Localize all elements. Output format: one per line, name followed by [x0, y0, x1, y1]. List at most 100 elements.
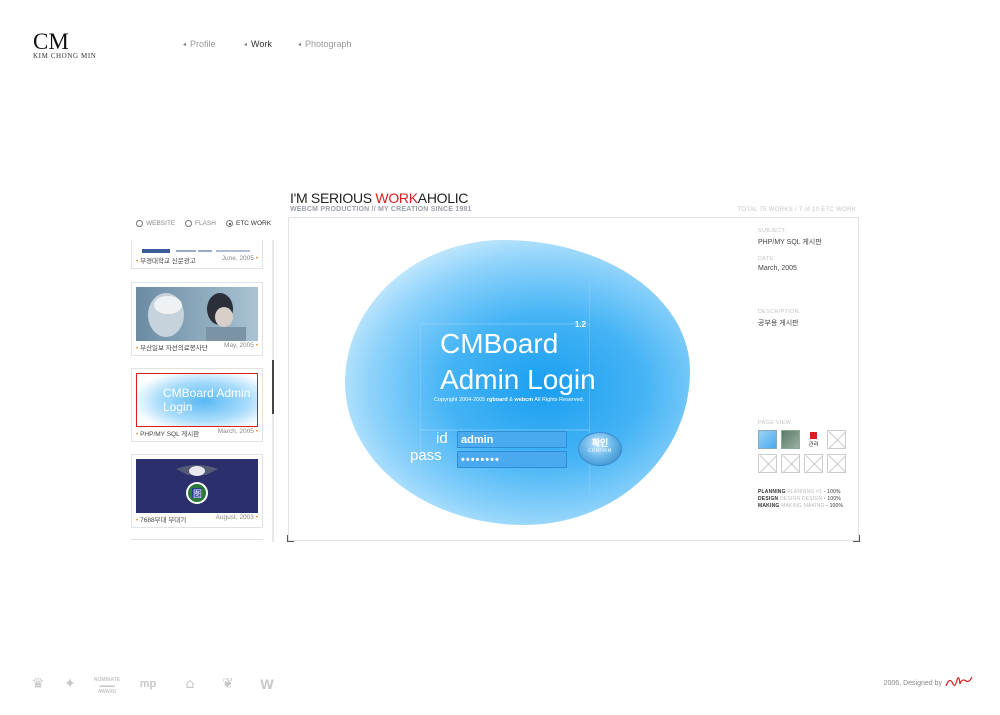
nav-profile-label: Profile	[190, 39, 216, 49]
bullet-icon: •	[255, 255, 258, 262]
list-divider	[131, 539, 263, 540]
mp-award-icon[interactable]: mp	[137, 675, 159, 693]
logo-name: KIM CHONG MIN	[33, 52, 97, 60]
confirm-sublabel: CONFIRM	[588, 449, 612, 454]
work-caption: • 부경대학교 신문광고 June, 2005 •	[136, 255, 258, 265]
page-headline: I'M SERIOUS WORKAHOLIC	[290, 190, 468, 206]
bullet-icon: •	[255, 428, 258, 435]
credit-design: DESIGN DESIGN DESIGN - 100%	[758, 496, 841, 502]
nav-work-label: Work	[251, 39, 272, 49]
frame-corner	[287, 535, 294, 542]
pageview-label: PAGE VIEW.	[758, 420, 793, 426]
work-thumbnail: 图	[136, 459, 258, 513]
bullet-icon: •	[136, 258, 139, 265]
work-caption: • 부산일보 자선의료봉사단 May, 2005 •	[136, 342, 258, 352]
home-award-icon[interactable]: ⌂	[177, 675, 203, 693]
confirm-button[interactable]: 확인 CONFIRM	[578, 432, 622, 466]
filter-website-label: WEBSITE	[146, 220, 176, 227]
work-date: May, 2005	[224, 342, 254, 349]
headline-suffix: AHOLIC	[417, 190, 469, 206]
work-date: June, 2005	[221, 255, 254, 262]
work-title: PHP/MY SQL 게시판	[140, 431, 200, 438]
w-award-icon[interactable]: W	[256, 675, 278, 693]
work-item-volunteer[interactable]: • 부산일보 자선의료봉사단 May, 2005 •	[131, 282, 263, 356]
nav-work[interactable]: ◂ Work	[244, 39, 272, 49]
filter-website-radio[interactable]: WEBSITE	[136, 220, 175, 227]
credit-detail: MAKING MAKING	[781, 503, 825, 509]
credit-value: - 100%	[823, 489, 841, 495]
signature-icon	[945, 676, 973, 687]
copyright-rgboard: rgboard	[486, 397, 508, 403]
pageview-empty-slot	[827, 454, 846, 473]
filter-flash-label: FLASH	[195, 220, 216, 227]
bullet-icon: •	[136, 517, 139, 524]
preview-copyright: Copyright 2004-2005 rgboard & webcm All …	[434, 397, 584, 403]
nav-photograph[interactable]: ◂ Photograph	[298, 39, 352, 49]
designed-by-text: 2006, Designed by	[883, 680, 942, 687]
credit-detail: PLANNING #1	[787, 489, 823, 495]
work-caption: • PHP/MY SQL 게시판 March, 2005 •	[136, 428, 258, 438]
logo-mark[interactable]: CM	[33, 30, 69, 54]
description-label: DESCRIPTION.	[758, 309, 801, 315]
list-scroll-thumb[interactable]	[272, 360, 274, 414]
pageview-empty-slot	[758, 454, 777, 473]
radio-icon	[136, 220, 143, 227]
filter-etc-radio[interactable]: ETC WORK	[226, 220, 271, 227]
work-item-unit-flag[interactable]: 图 • 7688부대 부대기 August, 2003 •	[131, 454, 263, 528]
pageview-grid: 관리	[758, 430, 850, 476]
description-value: 공부용 게시판	[758, 320, 799, 327]
work-caption: • 7688부대 부대기 August, 2003 •	[136, 514, 258, 524]
copyright-text: All Rights Reserved.	[533, 397, 585, 403]
pageview-empty-slot	[804, 454, 823, 473]
crown-award-icon[interactable]: ♛	[27, 675, 49, 693]
work-item-cmboard-selected[interactable]: CMBoard Admin Login • PHP/MY SQL 게시판 Mar…	[131, 368, 263, 442]
nav-profile[interactable]: ◂ Profile	[183, 39, 216, 49]
headline-highlight: WORK	[375, 190, 418, 206]
pageview-thumb-2[interactable]	[781, 430, 800, 449]
date-value: March, 2005	[758, 265, 797, 272]
preview-title: CMBoard Admin Login	[440, 326, 596, 398]
confirm-label: 확인	[591, 439, 609, 449]
copyright-text: Copyright 2004-2005	[434, 397, 487, 403]
work-item-newspaper-ad[interactable]: • 부경대학교 신문광고 June, 2005 •	[131, 240, 263, 269]
credit-role: DESIGN	[758, 496, 779, 502]
preview-title-line2: Admin Login	[440, 364, 596, 395]
preview-title-line1: CMBoard	[440, 328, 559, 359]
headline-prefix: I'M SERIOUS	[290, 190, 376, 206]
svg-text:图: 图	[193, 489, 202, 499]
work-title: 7688부대 부대기	[140, 517, 187, 524]
thumb-title: CMBoard Admin Login	[163, 386, 251, 414]
date-label: DATE.	[758, 256, 776, 262]
admin-icon	[810, 432, 817, 439]
frame-corner	[853, 535, 860, 542]
bullet-icon: •	[255, 514, 258, 521]
filter-etc-label: ETC WORK	[236, 220, 272, 227]
pageview-empty-slot	[781, 454, 800, 473]
nav-photograph-label: Photograph	[305, 39, 352, 49]
credit-value: - 100%	[826, 503, 844, 509]
wings-award-icon[interactable]: ❦	[215, 675, 241, 693]
star-award-icon[interactable]: ✦	[59, 675, 81, 693]
id-input[interactable]	[457, 431, 567, 448]
work-title: 부경대학교 신문광고	[140, 258, 196, 265]
pass-input[interactable]	[457, 451, 567, 468]
work-thumbnail	[136, 287, 258, 341]
id-label: id	[436, 430, 448, 447]
filter-flash-radio[interactable]: FLASH	[185, 220, 216, 227]
bullet-icon: •	[255, 342, 258, 349]
subject-label: SUBJECT.	[758, 228, 787, 234]
work-title: 부산일보 자선의료봉사단	[140, 345, 208, 352]
credit-role: PLANNING	[758, 489, 786, 495]
pageview-thumb-admin[interactable]: 관리	[804, 430, 823, 449]
works-total: TOTAL 75 WORKS / 7 of 10 ETC WORK	[737, 207, 856, 213]
page-subline: WEBCM PRODUCTION // MY CREATION SINCE 19…	[290, 206, 472, 213]
pageview-admin-label: 관리	[808, 442, 819, 448]
pageview-thumb-1[interactable]	[758, 430, 777, 449]
work-date: March, 2005	[217, 428, 254, 435]
credit-role: MAKING	[758, 503, 780, 509]
credit-making: MAKING MAKING MAKING - 100%	[758, 503, 843, 509]
work-list: • 부경대학교 신문광고 June, 2005 • • 부산일보 자선의료봉사단…	[128, 240, 268, 542]
arrow-left-icon: ◂	[298, 41, 302, 48]
nominate-award-icon[interactable]: NOMINATE ▬▬▬ AWARD	[92, 675, 122, 695]
radio-icon	[185, 220, 192, 227]
